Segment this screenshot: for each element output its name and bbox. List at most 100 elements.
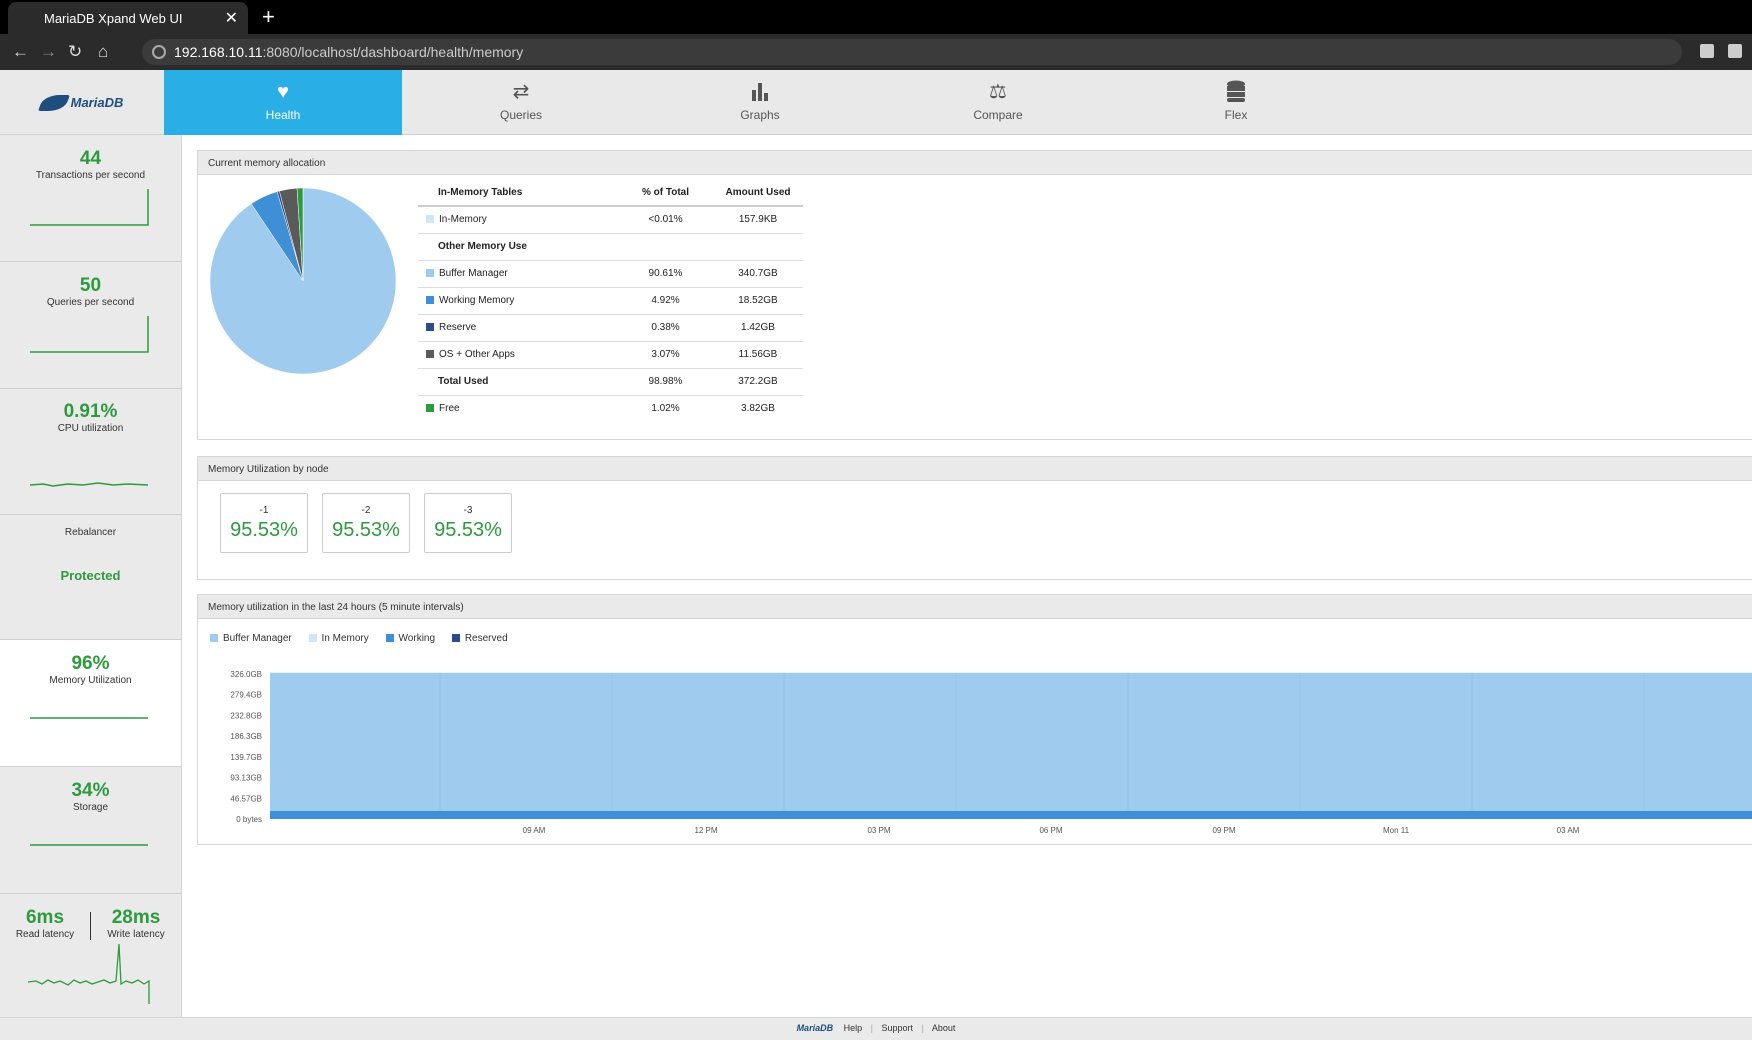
support-link[interactable]: Support (881, 1023, 913, 1033)
write-latency-value: 28ms (111, 907, 161, 928)
node-label: -1 (259, 505, 269, 516)
footer: MariaDB Help | Support | About (0, 1017, 1752, 1040)
node-value: 95.53% (434, 519, 502, 541)
x-tick-label: 06 PM (1039, 826, 1062, 835)
node-label: -3 (463, 505, 473, 516)
tab-health[interactable]: ♥ Health (164, 70, 402, 135)
legend-item[interactable]: Working (385, 633, 435, 644)
table-row: Free 1.02% 3.82GB (418, 395, 803, 422)
address-bar: ← → ↻ ⌂ 192.168.10.11:8080/localhost/das… (0, 34, 1752, 70)
buffer-swatch (426, 269, 434, 277)
node-card[interactable]: -1 95.53% (220, 493, 308, 553)
sea-lion-logo-icon (37, 94, 70, 111)
legend-item[interactable]: Reserved (451, 633, 508, 644)
x-tick-label: 09 PM (1212, 826, 1235, 835)
latency-sparkline (28, 944, 150, 1004)
chart-legend: Buffer Manager In Memory Working Reserve… (210, 633, 522, 644)
url-path: :8080/localhost/dashboard/health/memory (262, 44, 524, 60)
cpu-card[interactable]: 0.91% CPU utilization (0, 389, 181, 515)
rebalancer-card[interactable]: Rebalancer Protected (0, 515, 181, 640)
x-tick-label: 12 PM (694, 826, 717, 835)
cpu-sparkline (29, 482, 149, 487)
panel-title: Memory Utilization by node (198, 457, 1752, 481)
memory-history-panel: Memory utilization in the last 24 hours … (197, 594, 1752, 845)
footer-logo[interactable]: MariaDB (797, 1023, 834, 1033)
browser-tab[interactable]: MariaDB Xpand Web UI ✕ (8, 2, 248, 34)
tab-graphs[interactable]: Graphs (641, 70, 879, 135)
os-swatch (426, 350, 434, 358)
cpu-label: CPU utilization (57, 423, 124, 434)
node-value: 95.53% (230, 519, 298, 541)
mariadb-logo[interactable]: MariaDB (0, 70, 164, 135)
qps-sparkline (30, 316, 149, 353)
memory-allocation-panel: Current memory allocation In-Memory Tabl… (197, 150, 1752, 440)
tab-compare[interactable]: ⚖ Compare (879, 70, 1117, 135)
storage-label: Storage (72, 802, 109, 813)
table-row: Reserve 0.38% 1.42GB (418, 314, 803, 342)
reload-icon[interactable]: ↻ (68, 42, 82, 62)
read-latency-value: 6ms (25, 907, 65, 928)
home-icon[interactable]: ⌂ (98, 42, 108, 62)
table-header: In-Memory Tables % of Total Amount Used (418, 179, 803, 207)
panel-title: Memory utilization in the last 24 hours … (198, 595, 1752, 619)
arrows-icon: ⇄ (512, 81, 530, 103)
x-tick-label: 09 AM (523, 826, 546, 835)
y-tick-label: 139.7GB (230, 753, 262, 762)
new-tab-icon[interactable]: + (262, 4, 275, 30)
tps-sparkline (30, 189, 149, 226)
y-tick-label: 186.3GB (230, 732, 262, 741)
tps-value: 44 (79, 148, 102, 169)
help-link[interactable]: Help (844, 1023, 863, 1033)
forward-icon[interactable]: → (40, 42, 57, 62)
close-tab-icon[interactable]: ✕ (225, 8, 238, 28)
table-row: Buffer Manager 90.61% 340.7GB (418, 260, 803, 288)
node-card[interactable]: -3 95.53% (424, 493, 512, 553)
y-tick-label: 326.0GB (230, 670, 262, 679)
x-tick-label: 03 AM (1557, 826, 1580, 835)
y-tick-label: 232.8GB (230, 711, 262, 720)
y-tick-label: 0 bytes (236, 815, 262, 824)
table-row: In-Memory <0.01% 157.9KB (418, 206, 803, 234)
write-latency-label: Write latency (107, 929, 165, 940)
working-area[interactable] (270, 811, 1752, 819)
site-info-icon[interactable] (152, 45, 166, 59)
buffer-manager-area[interactable] (270, 672, 1752, 819)
storage-sparkline (30, 844, 148, 846)
in-memory-swatch (426, 215, 434, 224)
qps-card[interactable]: 50 Queries per second (0, 262, 181, 389)
qps-label: Queries per second (46, 297, 135, 308)
tab-queries[interactable]: ⇄ Queries (402, 70, 640, 135)
memory-history-chart: 326.0GB 279.4GB 232.8GB 186.3GB 139.7GB 93.13… (230, 670, 1752, 835)
qps-value: 50 (79, 275, 102, 296)
about-link[interactable]: About (932, 1023, 956, 1033)
table-row: Working Memory 4.92% 18.52GB (418, 287, 803, 315)
legend-item[interactable]: Buffer Manager (210, 633, 292, 644)
cast-icon[interactable] (1700, 44, 1714, 58)
node-utilization-panel: Memory Utilization by node -1 95.53% -2 … (197, 456, 1752, 580)
table-subheader: Other Memory Use (418, 233, 803, 261)
y-tick-label: 46.57GB (230, 794, 262, 803)
table-row: OS + Other Apps 3.07% 11.56GB (418, 341, 803, 369)
latency-card[interactable]: 6ms Read latency 28ms Write latency (0, 894, 181, 1017)
tab-flex[interactable]: Flex (1117, 70, 1355, 135)
y-tick-label: 279.4GB (230, 691, 262, 700)
scales-icon: ⚖ (989, 81, 1007, 103)
sidebar: 44 Transactions per second 50 Queries pe… (0, 135, 182, 1017)
free-swatch (426, 404, 434, 413)
node-label: -2 (361, 505, 371, 516)
browser-tabbar: MariaDB Xpand Web UI ✕ + (0, 0, 1752, 34)
node-value: 95.53% (332, 519, 400, 541)
tps-card[interactable]: 44 Transactions per second (0, 135, 181, 262)
legend-item[interactable]: In Memory (308, 633, 369, 644)
storage-card[interactable]: 34% Storage (0, 767, 181, 894)
app-header: MariaDB ♥ Health ⇄ Queries Graphs ⚖ Comp… (0, 70, 1752, 135)
url-field[interactable]: 192.168.10.11:8080/localhost/dashboard/h… (142, 39, 1682, 65)
cpu-value: 0.91% (63, 401, 118, 422)
back-icon[interactable]: ← (12, 42, 29, 62)
node-card[interactable]: -2 95.53% (322, 493, 410, 553)
x-tick-label: Mon 11 (1383, 826, 1410, 835)
profile-icon[interactable] (1728, 44, 1742, 58)
rebalancer-status: Protected (60, 568, 121, 583)
memory-card[interactable]: 96% Memory Utilization (0, 640, 181, 767)
rebalancer-label: Rebalancer (64, 527, 117, 538)
